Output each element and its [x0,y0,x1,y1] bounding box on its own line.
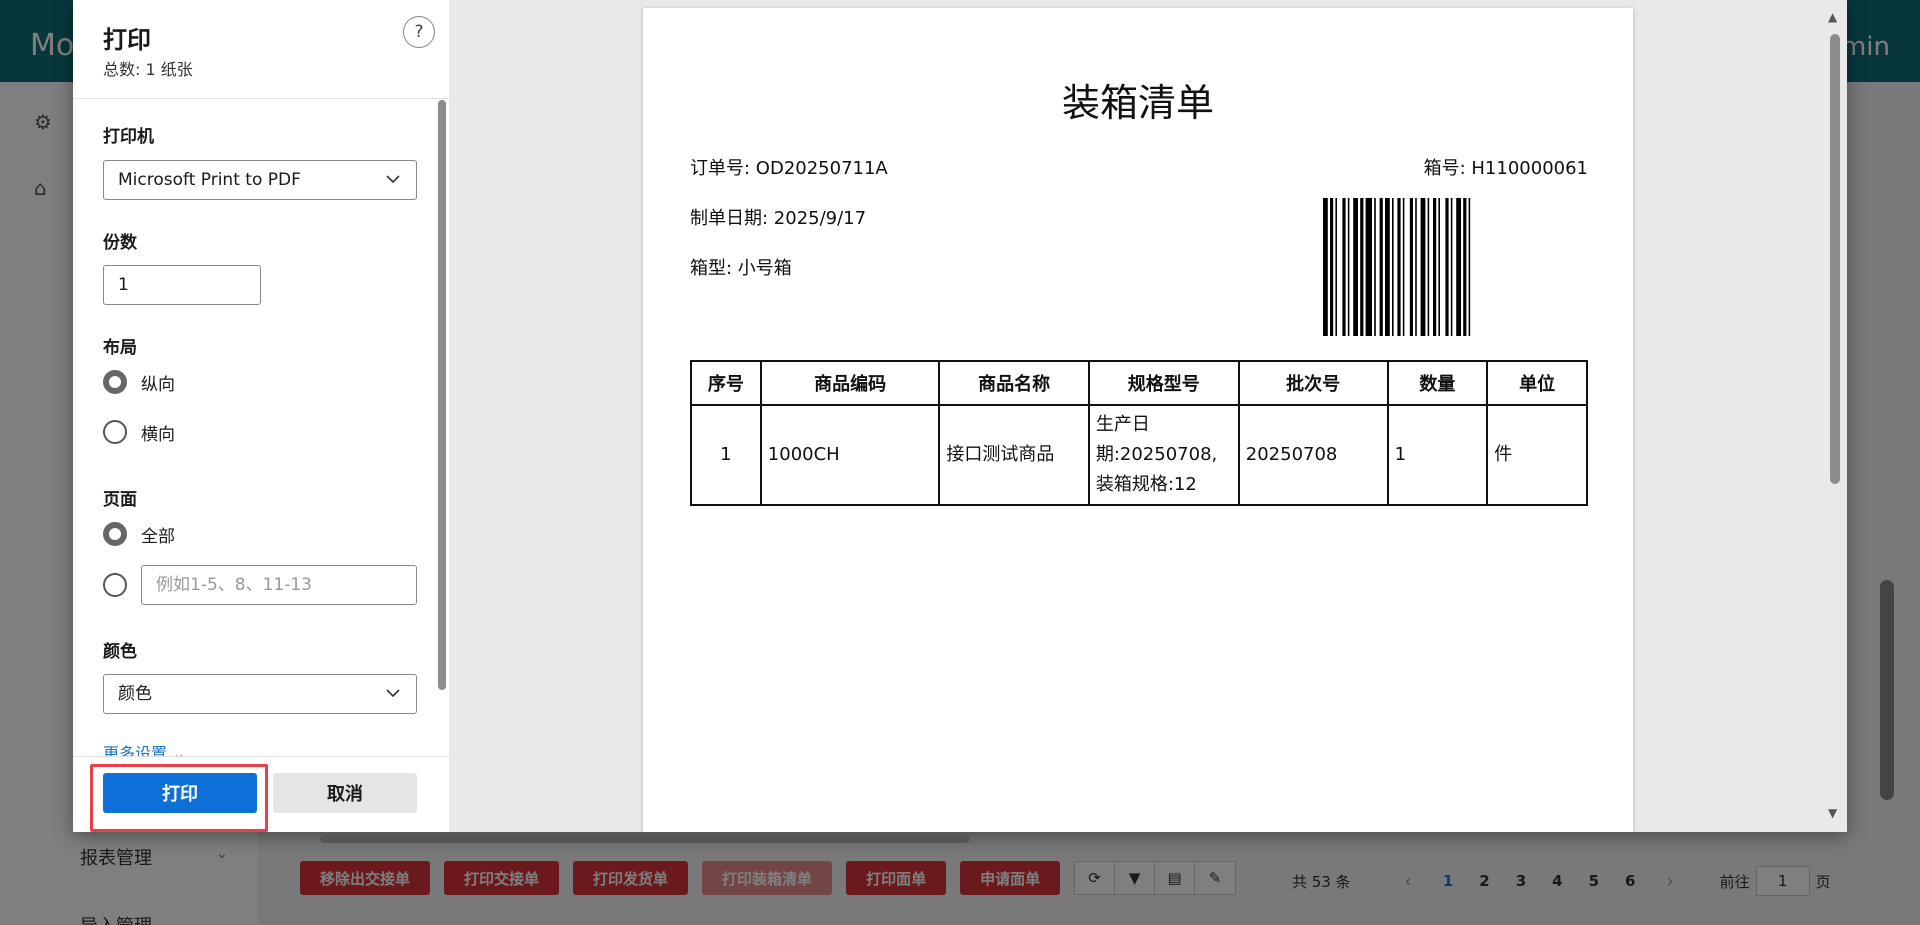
portrait-label: 纵向 [141,374,175,395]
printer-value: Microsoft Print to PDF [118,170,301,190]
barcode-bar [1385,198,1390,336]
landscape-radio[interactable] [103,420,127,444]
copies-input[interactable]: 1 [103,265,261,305]
portrait-radio[interactable] [103,370,127,394]
barcode-bar [1360,198,1364,336]
barcode-bar [1379,198,1383,336]
settings-body: 打印机 Microsoft Print to PDF 份数 1 布局 纵向 横向… [73,100,449,756]
help-button[interactable]: ? [403,16,435,48]
layout-portrait-option[interactable]: 纵向 [103,368,175,396]
print-button[interactable]: 打印 [103,773,257,813]
barcode-bar [1456,198,1461,336]
layout-label: 布局 [103,338,137,358]
chevron-down-icon [386,175,400,184]
col-header-name: 商品名称 [938,360,1090,406]
barcode-bar [1374,198,1376,336]
printer-label: 打印机 [103,127,154,147]
scroll-up-icon[interactable]: ▲ [1828,10,1837,24]
preview-scrollbar-thumb[interactable] [1830,34,1840,484]
box-type: 箱型: 小号箱 [690,258,792,279]
pages-label: 页面 [103,490,137,510]
cell-batch: 20250708 [1237,404,1389,506]
barcode-bar [1342,198,1346,336]
cell-name: 接口测试商品 [938,404,1090,506]
print-settings-panel: 打印 总数: 1 纸张 ? 打印机 Microsoft Print to PDF… [73,0,449,832]
barcode-image [1323,198,1471,336]
barcode-bar [1335,198,1337,336]
cancel-button[interactable]: 取消 [273,773,417,813]
barcode-bar [1463,198,1467,336]
barcode-bar [1397,198,1401,336]
pages-custom-option[interactable] [103,571,141,599]
cell-code: 1000CH [759,404,941,506]
pages-range-input[interactable]: 例如1-5、8、11-13 [141,565,417,605]
scroll-down-icon[interactable]: ▼ [1828,806,1837,820]
col-header-qty: 数量 [1386,360,1489,406]
preview-scrollbar[interactable]: ▲ ▼ [1823,0,1847,832]
more-settings-link[interactable]: 更多设置 ⌄ [103,740,186,756]
color-select[interactable]: 颜色 [103,674,417,714]
copies-label: 份数 [103,233,137,253]
items-table: 序号 商品编码 商品名称 规格型号 批次号 数量 单位 1 1000CH 接口测… [690,360,1588,506]
cell-qty: 1 [1386,404,1489,506]
layout-landscape-option[interactable]: 横向 [103,418,175,446]
col-header-seq: 序号 [690,360,762,406]
cell-seq: 1 [690,404,762,506]
print-dialog: 打印 总数: 1 纸张 ? 打印机 Microsoft Print to PDF… [73,0,1847,832]
barcode-bar [1420,198,1426,336]
barcode-bar [1415,198,1417,336]
barcode-bar [1409,198,1413,336]
barcode-bar [1468,198,1471,336]
col-header-unit: 单位 [1486,360,1588,406]
barcode-bar [1433,198,1437,336]
printer-select[interactable]: Microsoft Print to PDF [103,160,417,200]
more-settings-label: 更多设置 [103,744,168,756]
barcode-bar [1427,198,1430,336]
color-value: 颜色 [118,684,152,704]
print-preview[interactable]: 装箱清单 订单号: OD20250711A 箱号: H110000061 制单日… [449,0,1847,832]
landscape-label: 横向 [141,424,175,445]
box-number: 箱号: H110000061 [1423,158,1588,179]
col-header-spec: 规格型号 [1087,360,1240,406]
dialog-footer: 打印 取消 [73,756,449,832]
pages-all-option[interactable]: 全部 [103,520,175,548]
color-label: 颜色 [103,642,137,662]
preview-page: 装箱清单 订单号: OD20250711A 箱号: H110000061 制单日… [643,8,1633,832]
barcode-bar [1438,198,1440,336]
chevron-down-icon [386,689,400,698]
pages-all-radio[interactable] [103,522,127,546]
document-title: 装箱清单 [1061,81,1214,125]
cell-unit: 件 [1486,404,1588,506]
pages-all-label: 全部 [141,526,175,547]
barcode-bar [1392,198,1394,336]
barcode-bar [1347,198,1350,336]
sheet-count: 总数: 1 纸张 [103,60,193,79]
col-header-batch: 批次号 [1237,360,1389,406]
barcode-bar [1365,198,1372,336]
horizontal-scrollbar[interactable] [300,832,1860,846]
barcode-bar [1323,198,1328,336]
dialog-title: 打印 [103,26,151,54]
created-date: 制单日期: 2025/9/17 [690,208,867,229]
pages-custom-radio[interactable] [103,573,127,597]
horizontal-scrollbar-thumb[interactable] [320,834,970,843]
settings-scrollbar[interactable] [437,100,447,690]
barcode-bar [1450,198,1453,336]
dialog-header: 打印 总数: 1 纸张 ? [73,0,449,99]
col-header-code: 商品编码 [759,360,941,406]
barcode-bar [1330,198,1334,336]
order-number: 订单号: OD20250711A [690,158,888,179]
cell-spec: 生产日期:20250708,装箱规格:12 [1087,404,1240,506]
barcode-bar [1353,198,1358,336]
barcode-bar [1402,198,1405,336]
settings-scrollbar-thumb[interactable] [438,100,446,690]
table-row: 1 1000CH 接口测试商品 生产日期:20250708,装箱规格:12 20… [690,404,1588,506]
table-header-row: 序号 商品编码 商品名称 规格型号 批次号 数量 单位 [690,360,1588,406]
barcode-bar [1445,198,1449,336]
